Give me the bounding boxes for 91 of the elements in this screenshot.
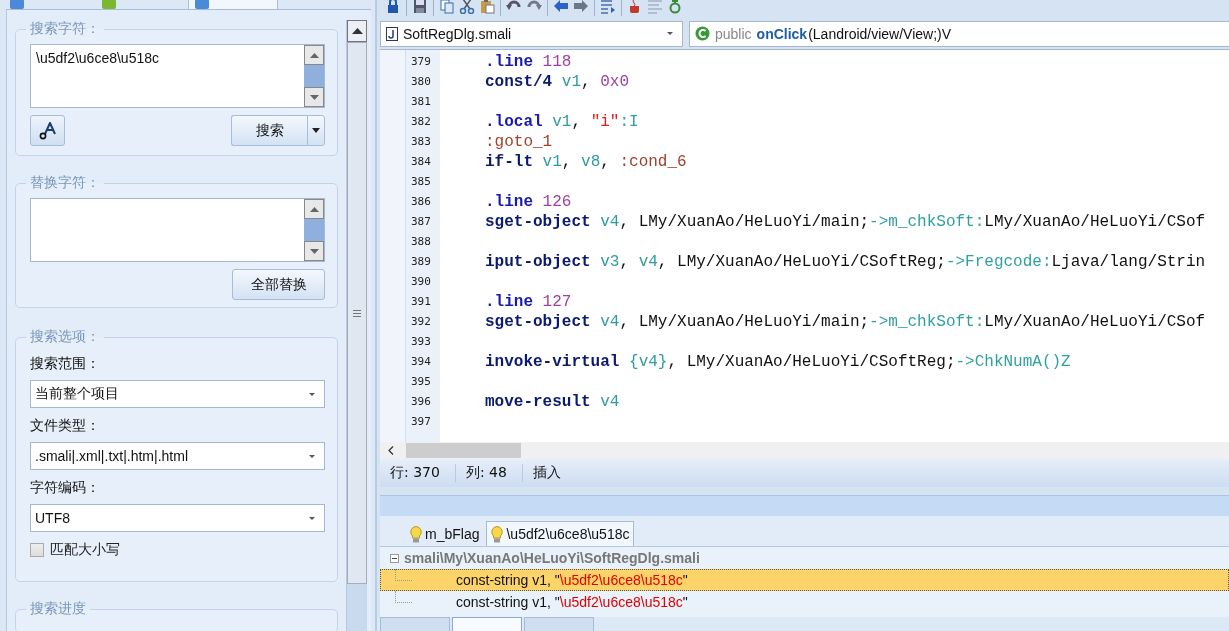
line-number: 395 bbox=[410, 373, 432, 390]
back-arrow-icon[interactable] bbox=[553, 0, 569, 14]
down-arrow-icon bbox=[309, 248, 319, 254]
caret-icon bbox=[312, 128, 320, 133]
up-arrow-icon bbox=[309, 52, 319, 58]
dropdown-field[interactable]: .smali|.xml|.txt|.htm|.html bbox=[30, 442, 325, 470]
grip-icon bbox=[353, 309, 361, 317]
code-line: if-lt v1, v8, :cond_6 bbox=[485, 152, 687, 171]
field-label: 搜索范围： bbox=[30, 355, 101, 373]
lock-icon[interactable] bbox=[385, 0, 401, 14]
bulb-icon bbox=[410, 525, 422, 543]
field-label: 文件类型： bbox=[30, 417, 101, 435]
cut-icon[interactable] bbox=[459, 0, 475, 14]
scroll-up-button[interactable] bbox=[304, 199, 324, 219]
cursor-column: 列: 48 bbox=[465, 464, 523, 483]
dropdown-field[interactable]: 当前整个项目 bbox=[30, 380, 325, 408]
line-number: 388 bbox=[410, 233, 432, 250]
code-line: .line 126 bbox=[485, 192, 572, 211]
line-number: 397 bbox=[410, 413, 432, 430]
result-tab[interactable]: \u5df2\u6ce8\u518c bbox=[486, 521, 635, 547]
up-arrow-icon bbox=[351, 28, 363, 34]
code-line: sget-object v4, LMy/XuanAo/HeLuoYi/main;->m_chkSoft:LMy/XuanAo/HeLuoYi/CSof bbox=[485, 312, 1206, 331]
line-number: 389 bbox=[410, 253, 432, 270]
scrollbar-thumb[interactable] bbox=[406, 443, 521, 459]
group-title: 替换字符： bbox=[29, 174, 101, 192]
line-number: 380 bbox=[410, 73, 432, 90]
line-number: 382 bbox=[410, 113, 432, 130]
down-arrow-icon bbox=[309, 94, 319, 100]
line-number: 386 bbox=[410, 193, 432, 210]
collapse-icon[interactable] bbox=[390, 554, 399, 564]
group-title: 搜索选项： bbox=[29, 328, 101, 346]
result-tab[interactable]: m_bFlag bbox=[405, 521, 485, 547]
scrollbar[interactable] bbox=[346, 20, 367, 631]
code-line: const/4 v1, 0x0 bbox=[485, 72, 630, 91]
search-text-field[interactable]: \u5df2\u6ce8\u518c bbox=[30, 44, 325, 108]
line-number: 393 bbox=[410, 333, 432, 350]
font-button[interactable] bbox=[30, 115, 65, 146]
code-line: move-result v4 bbox=[485, 392, 620, 411]
group-title: 搜索进度 bbox=[29, 600, 87, 618]
line-number: 394 bbox=[410, 353, 432, 370]
line-number: 381 bbox=[410, 93, 432, 110]
caret-icon bbox=[308, 391, 316, 397]
dropdown-field[interactable]: UTF8 bbox=[30, 504, 325, 532]
group-title: 搜索字符： bbox=[29, 20, 101, 38]
code-line: .local v1, "i":I bbox=[485, 112, 639, 131]
code-line: :goto_1 bbox=[485, 132, 553, 151]
forward-arrow-icon[interactable] bbox=[573, 0, 589, 14]
class-icon bbox=[695, 26, 710, 42]
field-label: 字符编码： bbox=[30, 479, 101, 497]
caret-icon bbox=[666, 31, 674, 37]
caret-icon bbox=[308, 453, 316, 459]
cursor-line: 行: 370 bbox=[390, 464, 456, 483]
result-row[interactable]: const-string v1, "\u5df2\u6ce8\u518c" bbox=[380, 569, 1229, 592]
line-number: 385 bbox=[410, 173, 432, 190]
save-icon[interactable] bbox=[412, 0, 428, 14]
method-dropdown[interactable]: public onClick(Landroid/view/View;)V bbox=[689, 20, 1229, 47]
copy-icon[interactable] bbox=[439, 0, 455, 14]
replace-all-button[interactable]: 全部替换 bbox=[232, 269, 325, 300]
insert-mode: 插入 bbox=[532, 464, 562, 483]
code-line: invoke-virtual {v4}, LMy/XuanAo/HeLuoYi/CSoftReg;->ChkNumA()Z bbox=[485, 352, 1071, 371]
line-number: 384 bbox=[410, 153, 432, 170]
code-line: iput-object v3, v4, LMy/XuanAo/HeLuoYi/CSoftReg;->Fregcode:Ljava/lang/Strin bbox=[485, 252, 1206, 271]
line-number: 391 bbox=[410, 293, 432, 310]
dropdown-button[interactable] bbox=[307, 115, 325, 146]
font-icon bbox=[38, 121, 57, 140]
paste-icon[interactable] bbox=[479, 0, 495, 14]
checkbox-label: 匹配大小写 bbox=[50, 541, 120, 559]
code-line: sget-object v4, LMy/XuanAo/HeLuoYi/main;->m_chkSoft:LMy/XuanAo/HeLuoYi/CSof bbox=[485, 212, 1206, 231]
result-row[interactable]: const-string v1, "\u5df2\u6ce8\u518c" bbox=[380, 591, 1229, 614]
scroll-down-button[interactable] bbox=[304, 87, 324, 107]
line-number: 390 bbox=[410, 273, 432, 290]
line-number: 379 bbox=[410, 53, 432, 70]
scroll-down-button[interactable] bbox=[304, 241, 324, 261]
code-line: .line 118 bbox=[485, 52, 572, 71]
code-line: .line 127 bbox=[485, 292, 572, 311]
line-number: 392 bbox=[410, 313, 432, 330]
list-icon[interactable] bbox=[600, 0, 616, 14]
file-icon bbox=[386, 26, 398, 41]
scroll-up-button[interactable] bbox=[304, 45, 324, 65]
line-number: 396 bbox=[410, 393, 432, 410]
file-dropdown[interactable]: SoftRegDlg.smali bbox=[380, 20, 683, 47]
caret-icon bbox=[308, 515, 316, 521]
checkbox[interactable] bbox=[30, 543, 44, 557]
line-number: 383 bbox=[410, 133, 432, 150]
bulb-icon bbox=[491, 525, 504, 543]
node-icon[interactable] bbox=[667, 0, 683, 14]
line-number: 387 bbox=[410, 213, 432, 230]
replace-text-field[interactable] bbox=[30, 198, 325, 262]
search-button[interactable]: 搜索 bbox=[231, 115, 307, 146]
up-arrow-icon bbox=[309, 206, 319, 212]
file-path: smali\My\XuanAo\HeLuoYi\SoftRegDlg.smali bbox=[404, 550, 700, 567]
